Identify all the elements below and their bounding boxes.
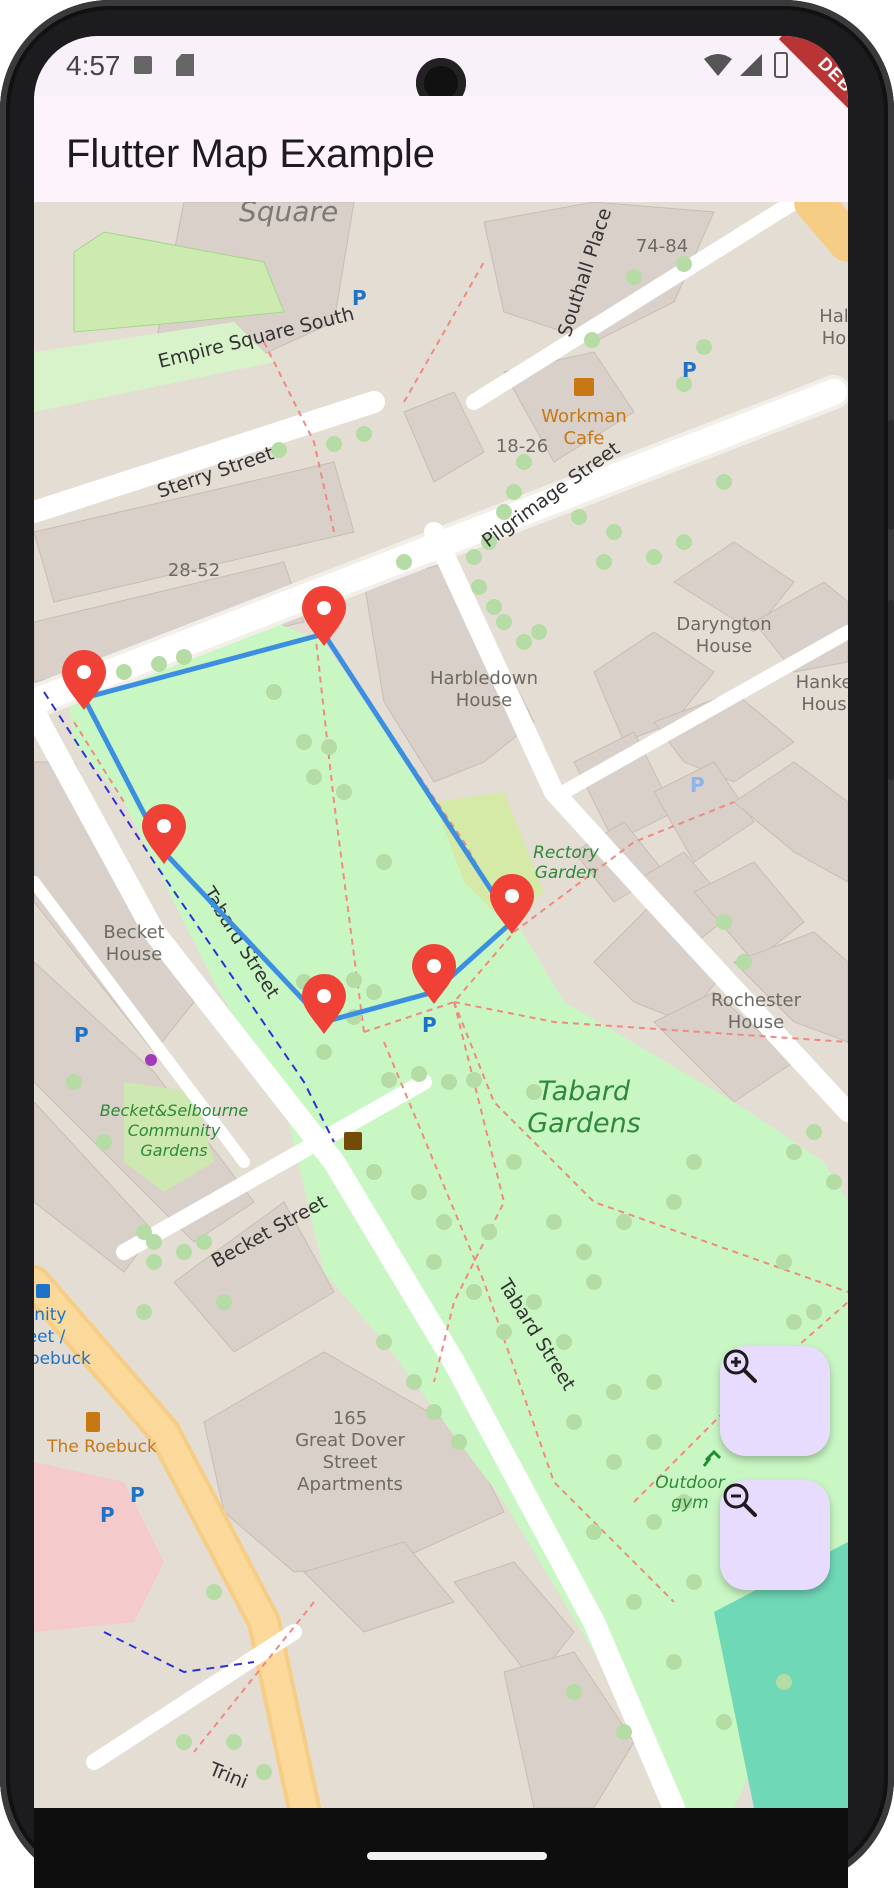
a-icon	[134, 56, 152, 74]
screen: 4:57 Flutter Map Example P P P P P P P S…	[34, 36, 848, 1808]
svg-text:Garden: Garden	[535, 863, 598, 883]
svg-text:Hanke: Hanke	[796, 672, 848, 693]
svg-text:Outdoor: Outdoor	[655, 1473, 725, 1493]
sd-card-icon	[176, 54, 194, 76]
phone-frame: 4:57 Flutter Map Example P P P P P P P S…	[0, 0, 894, 1888]
parking-icon-6: P	[130, 1483, 145, 1507]
parking-icon-3: P	[690, 773, 705, 797]
svg-text:inity: inity	[34, 1305, 66, 1325]
zoom-out-icon	[723, 1483, 757, 1517]
svg-text:Apartments: Apartments	[297, 1474, 403, 1495]
parking-icon-7: P	[100, 1503, 115, 1527]
svg-text:Daryngton: Daryngton	[676, 614, 771, 635]
zoom-out-button[interactable]	[720, 1480, 830, 1590]
svg-text:oebuck: oebuck	[34, 1349, 91, 1369]
app-bar: Flutter Map Example	[34, 96, 848, 202]
svg-text:165: 165	[333, 1408, 367, 1429]
svg-text:House: House	[456, 690, 512, 711]
svg-text:Rectory: Rectory	[533, 843, 600, 863]
svg-text:Hous: Hous	[801, 694, 846, 715]
status-time: 4:57	[66, 50, 121, 81]
bus-stop-icon	[36, 1284, 50, 1298]
zoom-in-button[interactable]	[720, 1346, 830, 1456]
pub-icon	[86, 1412, 100, 1432]
svg-text:Gardens: Gardens	[527, 1108, 641, 1139]
wifi-icon	[704, 54, 732, 76]
poi-dot-icon	[145, 1054, 157, 1066]
svg-text:Hal: Hal	[819, 306, 848, 327]
svg-text:Square: Square	[239, 202, 338, 228]
svg-text:Rochester: Rochester	[711, 990, 802, 1011]
signal-icon	[740, 54, 762, 76]
svg-text:Cafe: Cafe	[563, 428, 604, 449]
power-button	[888, 600, 894, 780]
volume-button	[888, 420, 894, 530]
svg-text:Community: Community	[128, 1121, 221, 1140]
cafe-icon	[574, 378, 594, 396]
svg-text:Street: Street	[323, 1452, 378, 1473]
svg-text:House: House	[728, 1012, 784, 1033]
svg-text:74-84: 74-84	[636, 236, 688, 257]
svg-text:The Roebuck: The Roebuck	[46, 1437, 157, 1457]
svg-text:eet /: eet /	[34, 1327, 66, 1347]
svg-text:House: House	[106, 944, 162, 965]
zoom-in-icon	[723, 1349, 757, 1383]
parking-icon: P	[352, 286, 367, 310]
svg-text:Ho: Ho	[822, 328, 847, 349]
parking-icon-5: P	[74, 1023, 89, 1047]
svg-text:Workman: Workman	[541, 406, 627, 427]
svg-text:Becket&Selbourne: Becket&Selbourne	[100, 1101, 249, 1120]
svg-text:18-26: 18-26	[496, 436, 548, 457]
map-view[interactable]: P P P P P P P Square Empire Square South…	[34, 202, 848, 1808]
svg-text:gym: gym	[671, 1493, 708, 1513]
svg-text:Harbledown: Harbledown	[430, 668, 538, 689]
battery-icon	[774, 52, 788, 78]
tourism-icon	[344, 1132, 362, 1150]
svg-text:28-52: 28-52	[168, 560, 220, 581]
svg-text:Gardens: Gardens	[140, 1141, 207, 1160]
svg-text:Tabard: Tabard	[538, 1076, 631, 1107]
parking-icon-4: P	[422, 1013, 437, 1037]
parking-icon-2: P	[682, 358, 697, 382]
svg-text:Great Dover: Great Dover	[295, 1430, 405, 1451]
svg-text:House: House	[696, 636, 752, 657]
page-title: Flutter Map Example	[66, 132, 436, 176]
navigation-bar	[34, 1808, 848, 1888]
home-handle[interactable]	[367, 1852, 547, 1860]
svg-text:Becket: Becket	[103, 922, 164, 943]
